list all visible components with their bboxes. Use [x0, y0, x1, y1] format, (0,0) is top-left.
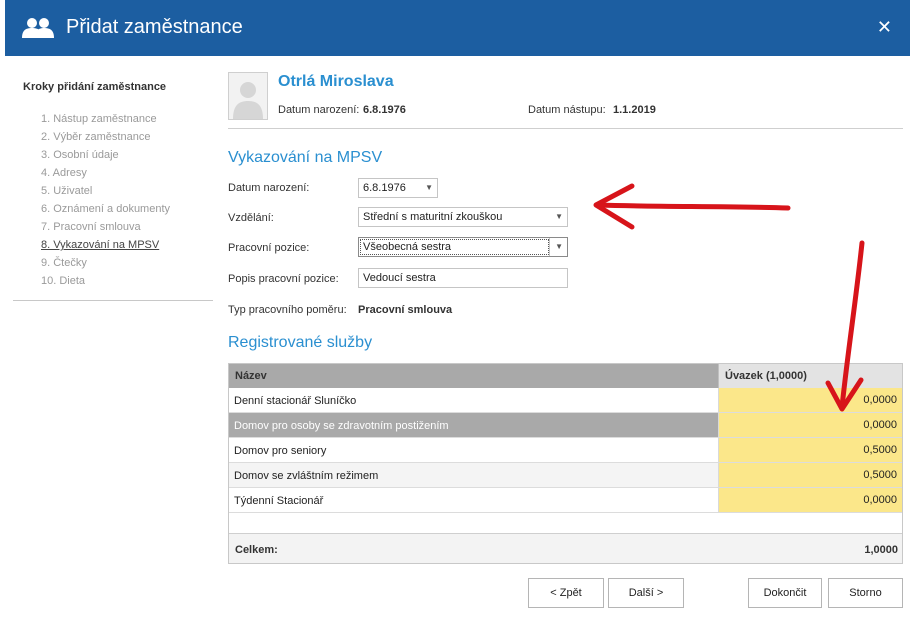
service-load[interactable]: 0,0000	[718, 413, 902, 437]
steps-title: Kroky přidání zaměstnance	[23, 81, 167, 93]
dialog-title: Přidat zaměstnance	[66, 16, 243, 38]
service-load[interactable]: 0,0000	[718, 388, 902, 412]
select-separator	[549, 238, 550, 256]
column-header-load[interactable]: Úvazek (1,0000)	[718, 364, 902, 388]
position-desc-label: Popis pracovní pozice:	[228, 273, 339, 285]
service-load[interactable]: 0,5000	[718, 463, 902, 487]
position-desc-input[interactable]: Vedoucí sestra	[358, 268, 568, 288]
step-item[interactable]: 1. Nástup zaměstnance	[41, 110, 170, 128]
finish-button[interactable]: Dokončit	[748, 578, 822, 608]
employee-start-value: 1.1.2019	[613, 104, 656, 116]
employee-dob-value: 6.8.1976	[363, 104, 406, 116]
step-item[interactable]: 6. Oznámení a dokumenty	[41, 200, 170, 218]
table-row-selected[interactable]: Domov pro osoby se zdravotním postižením…	[229, 413, 902, 438]
chevron-down-icon[interactable]: ▼	[425, 179, 433, 197]
employee-name: Otrlá Miroslava	[278, 73, 394, 90]
table-row[interactable]: Týdenní Stacionář 0,0000	[229, 488, 902, 513]
service-name: Týdenní Stacionář	[234, 495, 324, 507]
dob-select-value: 6.8.1976	[363, 182, 406, 194]
cancel-button[interactable]: Storno	[828, 578, 903, 608]
grid-footer: Celkem: 1,0000	[229, 533, 902, 563]
employment-type-label: Typ pracovního poměru:	[228, 304, 347, 316]
employment-type-value: Pracovní smlouva	[358, 304, 453, 316]
total-value: 1,0000	[864, 544, 898, 556]
section-title-services: Registrované služby	[228, 334, 373, 351]
back-button[interactable]: < Zpět	[528, 578, 604, 608]
step-item[interactable]: 7. Pracovní smlouva	[41, 218, 170, 236]
position-select[interactable]: Všeobecná sestra ▼	[358, 237, 568, 257]
users-icon	[22, 18, 54, 38]
service-load[interactable]: 0,5000	[718, 438, 902, 462]
step-item[interactable]: 10. Dieta	[41, 272, 170, 290]
step-item[interactable]: 5. Uživatel	[41, 182, 170, 200]
service-name: Domov se zvláštním režimem	[234, 470, 379, 482]
column-header-name[interactable]: Název	[235, 370, 267, 382]
avatar	[228, 72, 268, 120]
total-label: Celkem:	[235, 544, 278, 556]
services-grid: Název Úvazek (1,0000) Denní stacionář Sl…	[228, 363, 903, 564]
employee-start-label: Datum nástupu:	[528, 104, 606, 116]
steps-list: 1. Nástup zaměstnance 2. Výběr zaměstnan…	[41, 110, 170, 290]
service-load[interactable]: 0,0000	[718, 488, 902, 512]
step-item[interactable]: 4. Adresy	[41, 164, 170, 182]
close-icon[interactable]: ✕	[877, 17, 892, 38]
annotation-arrow-left	[593, 183, 791, 230]
sidebar-divider	[13, 300, 213, 301]
position-label: Pracovní pozice:	[228, 242, 310, 254]
grid-header: Název Úvazek (1,0000)	[229, 364, 902, 388]
chevron-down-icon[interactable]: ▼	[555, 208, 563, 226]
position-select-value: Všeobecná sestra	[360, 239, 549, 255]
dob-select[interactable]: 6.8.1976 ▼	[358, 178, 438, 198]
person-placeholder-icon	[233, 82, 263, 119]
dob-label: Datum narození:	[228, 182, 310, 194]
education-label: Vzdělání:	[228, 212, 274, 224]
employee-dob-label: Datum narození:	[278, 104, 360, 116]
step-item-active[interactable]: 8. Vykazování na MPSV	[41, 236, 170, 254]
step-item[interactable]: 9. Čtečky	[41, 254, 170, 272]
dialog-titlebar: Přidat zaměstnance ✕	[5, 0, 910, 56]
service-name: Domov pro osoby se zdravotním postižením	[234, 420, 449, 432]
table-row[interactable]: Domov pro seniory 0,5000	[229, 438, 902, 463]
education-select-value: Střední s maturitní zkouškou	[363, 211, 503, 223]
table-row[interactable]: Denní stacionář Sluníčko 0,0000	[229, 388, 902, 413]
step-item[interactable]: 2. Výběr zaměstnance	[41, 128, 170, 146]
service-name: Denní stacionář Sluníčko	[234, 395, 357, 407]
next-button[interactable]: Další >	[608, 578, 684, 608]
education-select[interactable]: Střední s maturitní zkouškou ▼	[358, 207, 568, 227]
section-title-mpsv: Vykazování na MPSV	[228, 149, 383, 166]
chevron-down-icon[interactable]: ▼	[555, 238, 563, 256]
step-item[interactable]: 3. Osobní údaje	[41, 146, 170, 164]
table-row[interactable]: Domov se zvláštním režimem 0,5000	[229, 463, 902, 488]
service-name: Domov pro seniory	[234, 445, 327, 457]
header-divider	[228, 128, 903, 129]
